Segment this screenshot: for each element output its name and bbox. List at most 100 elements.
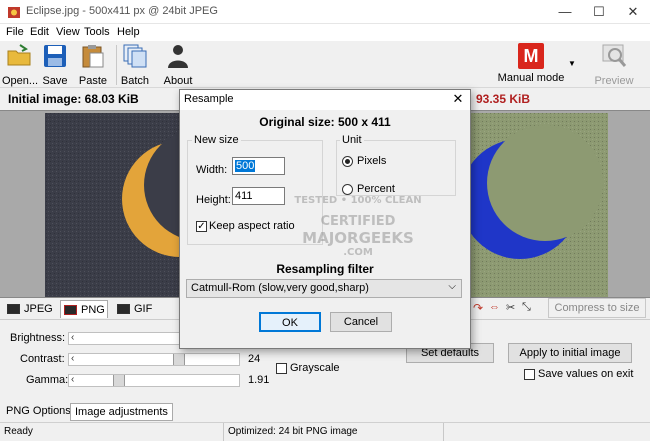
height-value: 411 <box>235 190 253 202</box>
unit-group <box>336 140 456 196</box>
cancel-button[interactable]: Cancel <box>330 312 392 332</box>
pixels-label: Pixels <box>357 155 387 167</box>
open-button[interactable]: Open... <box>2 43 39 87</box>
height-input[interactable]: 411 <box>232 187 285 205</box>
bottom-tabs: PNG Options Image adjustments <box>0 402 650 422</box>
toolbar: Open... Save Paste Batch About M Manual … <box>0 41 650 88</box>
percent-label: Percent <box>357 183 395 195</box>
manual-mode-button[interactable]: M Manual mode <box>495 43 567 84</box>
about-button[interactable]: About <box>160 43 196 87</box>
compress-to-size-button[interactable]: Compress to size <box>548 298 646 318</box>
chevron-down-icon: ⌵ <box>448 281 456 292</box>
contrast-slider-thumb[interactable] <box>173 354 185 365</box>
percent-radio[interactable] <box>342 184 353 195</box>
dialog-title-bar: Resample ✕ <box>180 90 470 110</box>
width-input[interactable]: 500 <box>232 157 285 175</box>
original-size-label: Original size: 500 x 411 <box>259 115 391 129</box>
ok-button[interactable]: OK <box>259 312 321 332</box>
slider-left-arrow-icon: ‹ <box>71 332 75 343</box>
gamma-slider[interactable]: ‹ <box>68 374 240 387</box>
filter-selected-value: Catmull-Rom (slow,very good,sharp) <box>191 282 369 294</box>
menu-file[interactable]: File <box>6 26 24 38</box>
gamma-value: 1.91 <box>248 374 270 386</box>
clipboard-icon <box>82 45 104 68</box>
status-middle: Optimized: 24 bit PNG image <box>224 423 444 441</box>
mode-dropdown-icon[interactable]: ▼ <box>568 59 576 68</box>
optimized-size-label: 93.35 KiB <box>476 92 531 106</box>
initial-size-label: Initial image: 68.03 KiB <box>8 92 139 106</box>
resize-icon[interactable]: ⤡ <box>522 301 531 314</box>
resampling-filter-select[interactable]: Catmull-Rom (slow,very good,sharp) ⌵ <box>186 279 462 298</box>
tab-image-adjustments[interactable]: Image adjustments <box>70 403 173 421</box>
grayscale-checkbox[interactable] <box>276 363 287 374</box>
window-title: Eclipse.jpg - 500x411 px @ 24bit JPEG <box>26 5 218 17</box>
title-bar: Eclipse.jpg - 500x411 px @ 24bit JPEG — … <box>0 0 650 24</box>
new-size-group-title: New size <box>192 134 241 146</box>
slider-left-arrow-icon: ‹ <box>71 374 75 385</box>
floppy-disk-icon <box>44 45 66 67</box>
menu-bar: File Edit View Tools Help <box>0 24 650 41</box>
brightness-label: Brightness: <box>10 332 66 344</box>
app-icon <box>8 7 20 18</box>
pixels-radio[interactable] <box>342 156 353 167</box>
tab-gif-label: GIF <box>134 303 153 315</box>
save-values-label: Save values on exit <box>538 368 634 380</box>
png-format-icon <box>64 305 77 315</box>
watermark-line-3: MAJORGEEKS <box>302 229 414 247</box>
tab-png[interactable]: PNG <box>60 300 108 318</box>
menu-tools[interactable]: Tools <box>84 26 110 38</box>
contrast-label: Contrast: <box>20 353 65 365</box>
crop-icon[interactable]: ✂ <box>506 301 515 314</box>
flip-horizontal-icon[interactable]: ⇔ <box>489 301 500 313</box>
dialog-title: Resample <box>184 93 234 105</box>
menu-view[interactable]: View <box>56 26 80 38</box>
brightness-slider[interactable]: ‹ <box>68 332 180 345</box>
maximize-button[interactable]: ☐ <box>582 0 616 24</box>
paste-button[interactable]: Paste <box>76 43 110 87</box>
gamma-slider-thumb[interactable] <box>113 375 125 386</box>
resample-dialog: Resample ✕ Original size: 500 x 411 New … <box>179 89 471 349</box>
magnifier-icon <box>602 44 627 67</box>
tab-jpeg[interactable]: JPEG <box>4 300 54 318</box>
tab-jpeg-label: JPEG <box>24 303 53 315</box>
save-values-checkbox[interactable] <box>524 369 535 380</box>
open-label: Open... <box>2 75 39 87</box>
save-label: Save <box>42 75 68 87</box>
close-button[interactable]: ✕ <box>616 0 650 24</box>
jpeg-format-icon <box>7 304 20 314</box>
dialog-close-button[interactable]: ✕ <box>448 91 468 107</box>
width-value: 500 <box>235 160 256 172</box>
apply-to-initial-image-button[interactable]: Apply to initial image <box>508 343 632 363</box>
person-icon <box>168 45 188 68</box>
preview-button[interactable]: Preview <box>594 43 634 87</box>
watermark-line-4: .COM <box>343 247 373 258</box>
save-button[interactable]: Save <box>40 43 70 87</box>
keep-aspect-ratio-label: Keep aspect ratio <box>209 220 295 232</box>
keep-aspect-ratio-checkbox[interactable]: ✓ <box>196 221 207 232</box>
menu-edit[interactable]: Edit <box>30 26 49 38</box>
preview-label: Preview <box>594 75 634 87</box>
manual-mode-label: Manual mode <box>497 72 565 84</box>
minimize-button[interactable]: — <box>548 0 582 24</box>
grayscale-label: Grayscale <box>290 362 340 374</box>
contrast-slider[interactable]: ‹ <box>68 353 240 366</box>
resampling-filter-label: Resampling filter <box>276 262 374 276</box>
toolbar-separator <box>116 45 117 85</box>
batch-button[interactable]: Batch <box>120 43 150 87</box>
slider-left-arrow-icon: ‹ <box>71 353 75 364</box>
contrast-value: 24 <box>248 353 261 365</box>
rotate-icon[interactable]: ↷ <box>473 301 483 315</box>
manual-mode-icon: M <box>518 43 544 69</box>
about-label: About <box>163 75 193 87</box>
height-label: Height: <box>196 194 231 206</box>
tab-gif[interactable]: GIF <box>114 300 158 318</box>
status-left: Ready <box>0 423 224 441</box>
tab-png-options[interactable]: PNG Options <box>2 403 75 421</box>
gamma-label: Gamma: <box>26 374 69 386</box>
batch-label: Batch <box>120 75 150 87</box>
gif-format-icon <box>117 304 130 314</box>
paste-label: Paste <box>78 75 108 87</box>
watermark-line-2: CERTIFIED <box>320 214 396 229</box>
menu-help[interactable]: Help <box>117 26 140 38</box>
batch-files-icon <box>123 44 147 68</box>
